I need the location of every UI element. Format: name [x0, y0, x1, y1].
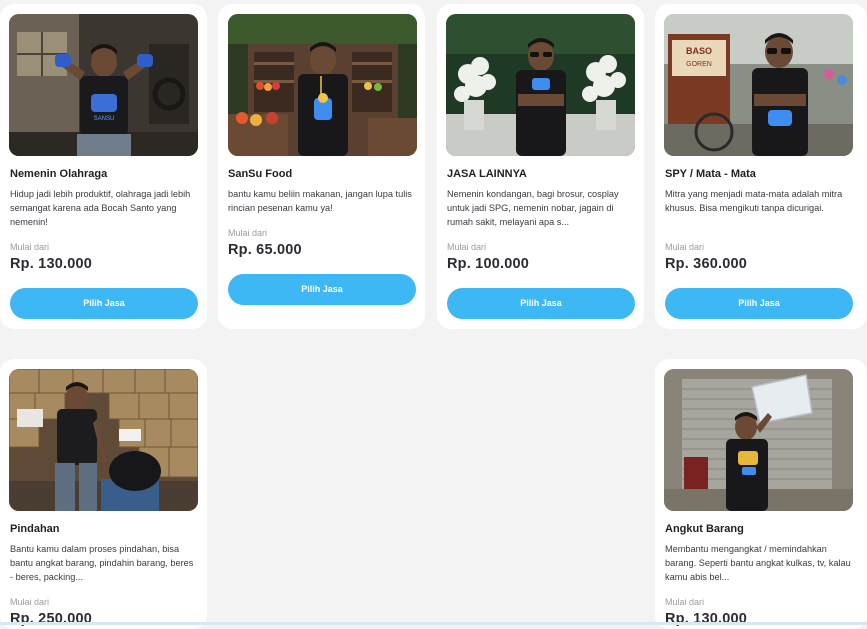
- service-photo-moving-boxes: [9, 369, 198, 511]
- service-photo-food-stall: [228, 14, 417, 156]
- svg-text:BASO: BASO: [686, 46, 712, 56]
- service-photo-gym: SANSU: [9, 14, 198, 156]
- service-description: Bantu kamu dalam proses pindahan, bisa b…: [10, 544, 194, 582]
- service-description: bantu kamu beliin makanan, jangan lupa t…: [228, 189, 412, 213]
- service-photo-flowers: [446, 14, 635, 156]
- svg-text:GOREN: GOREN: [686, 61, 712, 68]
- service-price: Rp. 130.000: [10, 256, 92, 272]
- choose-service-button[interactable]: Pilih Jasa: [10, 288, 198, 319]
- price-from-label: Mulai dari: [665, 242, 705, 252]
- choose-service-button[interactable]: Pilih Jasa: [447, 288, 635, 319]
- price-from-label: Mulai dari: [228, 228, 268, 238]
- service-title: JASA LAINNYA: [447, 168, 527, 180]
- service-card-jasa-lainnya[interactable]: JASA LAINNYA Nemenin kondangan, bagi bro…: [437, 4, 644, 329]
- price-from-label: Mulai dari: [10, 242, 50, 252]
- service-description: Mitra yang menjadi mata-mata adalah mitr…: [665, 189, 843, 213]
- price-from-label: Mulai dari: [665, 597, 705, 607]
- service-title: Angkut Barang: [665, 523, 744, 535]
- price-from-label: Mulai dari: [10, 597, 50, 607]
- service-price: Rp. 100.000: [447, 256, 529, 272]
- service-photo-street-cart: BASO GOREN: [664, 14, 853, 156]
- service-card-sansu-food[interactable]: SanSu Food bantu kamu beliin makanan, ja…: [218, 4, 425, 329]
- price-from-label: Mulai dari: [447, 242, 487, 252]
- service-description: Membantu mengangkat / memindahkan barang…: [665, 544, 851, 582]
- service-card-angkut-barang[interactable]: Angkut Barang Membantu mengangkat / memi…: [655, 359, 867, 629]
- service-price: Rp. 65.000: [228, 242, 302, 258]
- service-photo-garage-lifting: [664, 369, 853, 511]
- service-title: Pindahan: [10, 523, 60, 535]
- service-card-nemenin-olahraga[interactable]: SANSU Nemenin Olahraga Hidup jadi lebih …: [0, 4, 207, 329]
- service-card-pindahan[interactable]: Pindahan Bantu kamu dalam proses pindaha…: [0, 359, 207, 629]
- choose-service-button[interactable]: Pilih Jasa: [665, 288, 853, 319]
- service-card-spy[interactable]: BASO GOREN SPY / Mata - Mata Mitra yang …: [655, 4, 867, 329]
- service-description: Nemenin kondangan, bagi brosur, cosplay …: [447, 189, 619, 227]
- service-price: Rp. 360.000: [665, 256, 747, 272]
- choose-service-button[interactable]: Pilih Jasa: [228, 274, 416, 305]
- service-title: SPY / Mata - Mata: [665, 168, 756, 180]
- svg-text:SANSU: SANSU: [94, 116, 115, 122]
- service-description: Hidup jadi lebih produktif, olahraga jad…: [10, 189, 191, 227]
- service-title: SanSu Food: [228, 168, 293, 180]
- service-title: Nemenin Olahraga: [10, 168, 108, 180]
